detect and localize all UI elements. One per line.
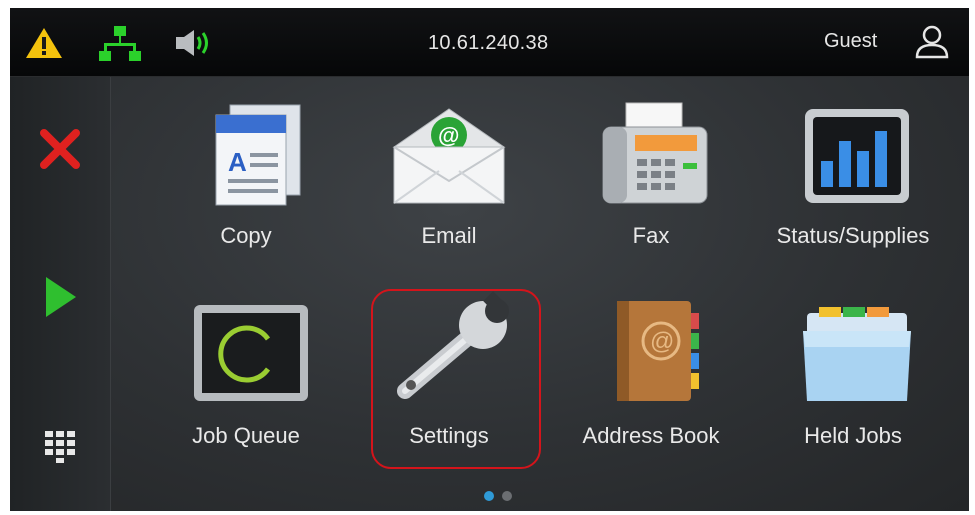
- app-tile-copy[interactable]: A Copy: [156, 87, 336, 267]
- start-icon: [46, 277, 76, 317]
- app-grid: A Copy @ Email Fax Status/Supplies Job Q…: [111, 77, 969, 511]
- address-book-icon: @: [617, 301, 699, 401]
- keypad-icon: [45, 431, 75, 463]
- status-supplies-icon: [805, 109, 909, 203]
- app-tile-held-jobs[interactable]: Held Jobs: [763, 287, 943, 467]
- start-button[interactable]: [30, 267, 90, 327]
- page-dot-1[interactable]: [484, 491, 494, 501]
- page-indicator[interactable]: [484, 488, 516, 506]
- status-bar: 10.61.240.38 Guest: [10, 8, 969, 77]
- speaker-icon[interactable]: [174, 28, 214, 63]
- page-dot-2[interactable]: [502, 491, 513, 501]
- svg-text:A: A: [228, 147, 247, 177]
- job-queue-icon: [194, 305, 308, 401]
- settings-highlight-frame: [371, 289, 541, 469]
- ip-address: 10.61.240.38: [428, 32, 549, 54]
- app-label-job-queue: Job Queue: [192, 423, 300, 448]
- user-icon[interactable]: [914, 24, 950, 65]
- app-label-held-jobs: Held Jobs: [804, 423, 902, 448]
- svg-text:@: @: [438, 123, 459, 148]
- app-tile-address-book[interactable]: @ Address Book: [561, 287, 741, 467]
- email-icon: @: [392, 108, 506, 204]
- network-icon[interactable]: [98, 24, 142, 69]
- app-tile-status-supplies[interactable]: Status/Supplies: [763, 87, 943, 267]
- app-tile-job-queue[interactable]: Job Queue: [156, 287, 336, 467]
- cancel-button[interactable]: [30, 119, 90, 179]
- held-jobs-icon: [803, 307, 911, 401]
- app-label-fax: Fax: [632, 223, 670, 248]
- action-sidebar: [10, 77, 111, 511]
- copy-icon: A: [215, 104, 301, 206]
- warning-icon[interactable]: [24, 26, 64, 65]
- printer-control-panel: 10.61.240.38 Guest A Copy @ Email Fax St…: [10, 8, 969, 511]
- user-label[interactable]: Guest: [824, 30, 877, 53]
- cancel-icon: [40, 129, 80, 169]
- app-label-copy: Copy: [220, 223, 272, 248]
- app-label-email: Email: [421, 223, 477, 248]
- app-label-status-supplies: Status/Supplies: [776, 223, 930, 248]
- app-label-address-book: Address Book: [582, 423, 720, 448]
- app-tile-email[interactable]: @ Email: [359, 87, 539, 267]
- svg-text:@: @: [650, 328, 674, 355]
- fax-icon: [602, 102, 708, 204]
- app-tile-fax[interactable]: Fax: [561, 87, 741, 267]
- keypad-button[interactable]: [30, 415, 90, 475]
